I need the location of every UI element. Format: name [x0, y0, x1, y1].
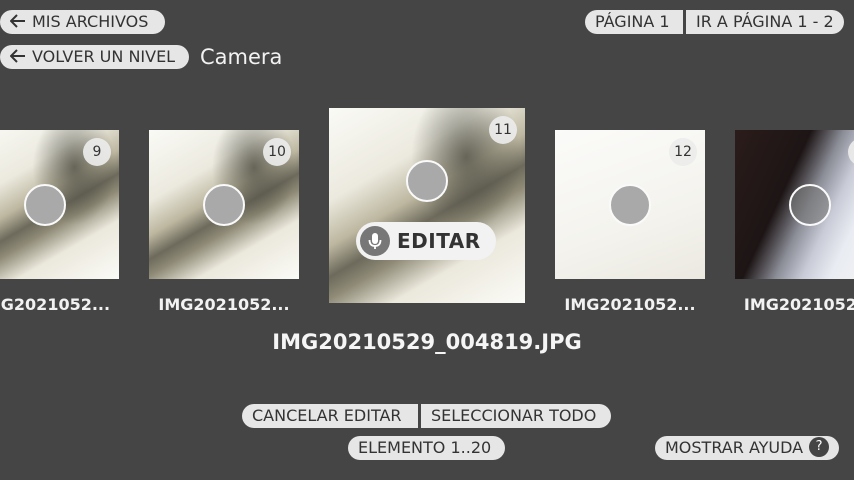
folder-title: Camera	[200, 45, 283, 69]
page-indicator-button[interactable]: PÁGINA 1	[585, 10, 683, 34]
my-files-button[interactable]: MIS ARCHIVOS	[0, 10, 165, 34]
thumbnail-item-focused[interactable]: 11	[329, 108, 525, 303]
item-number-badge: 9	[83, 138, 111, 166]
goto-page-button[interactable]: IR A PÁGINA 1 - 2	[686, 10, 844, 34]
arrow-left-icon	[10, 49, 25, 63]
help-icon: ?	[809, 437, 830, 457]
up-level-label: VOLVER UN NIVEL	[32, 47, 176, 66]
select-circle[interactable]	[203, 183, 245, 226]
thumbnail-caption: IMG2021052...	[743, 295, 854, 314]
up-level-button[interactable]: VOLVER UN NIVEL	[0, 45, 189, 69]
file-browser-screen: MIS ARCHIVOS VOLVER UN NIVEL Camera PÁGI…	[0, 0, 854, 480]
thumbnail-item[interactable]: 9	[0, 130, 119, 279]
edit-button[interactable]: EDITAR	[356, 222, 496, 260]
thumbnail-caption: IMG2021052...	[0, 295, 111, 314]
item-number-badge: 12	[669, 138, 697, 166]
thumbnail-caption: IMG2021052...	[158, 295, 290, 314]
edit-label: EDITAR	[397, 229, 481, 253]
select-all-button[interactable]: SELECCIONAR TODO	[421, 404, 611, 428]
thumbnail-item[interactable]: 10	[149, 130, 299, 279]
show-help-label: MOSTRAR AYUDA	[665, 438, 804, 457]
item-number-badge: 10	[263, 138, 291, 166]
element-range-button[interactable]: ELEMENTO 1..20	[348, 436, 505, 460]
select-circle[interactable]	[788, 183, 831, 226]
arrow-left-icon	[10, 14, 25, 28]
select-circle[interactable]	[23, 183, 66, 226]
thumbnail-caption: IMG2021052...	[564, 295, 696, 314]
thumbnail-item[interactable]: 12	[555, 130, 705, 279]
item-number-badge: 11	[489, 116, 517, 144]
cancel-edit-button[interactable]: CANCELAR EDITAR	[242, 404, 418, 428]
select-circle[interactable]	[609, 183, 651, 226]
select-circle[interactable]	[406, 159, 448, 202]
my-files-label: MIS ARCHIVOS	[32, 12, 149, 31]
thumbnail-item[interactable]: 13	[735, 130, 854, 279]
selected-filename: IMG20210529_004819.JPG	[272, 330, 582, 354]
show-help-button[interactable]: MOSTRAR AYUDA?	[655, 436, 839, 460]
microphone-icon	[360, 226, 390, 256]
